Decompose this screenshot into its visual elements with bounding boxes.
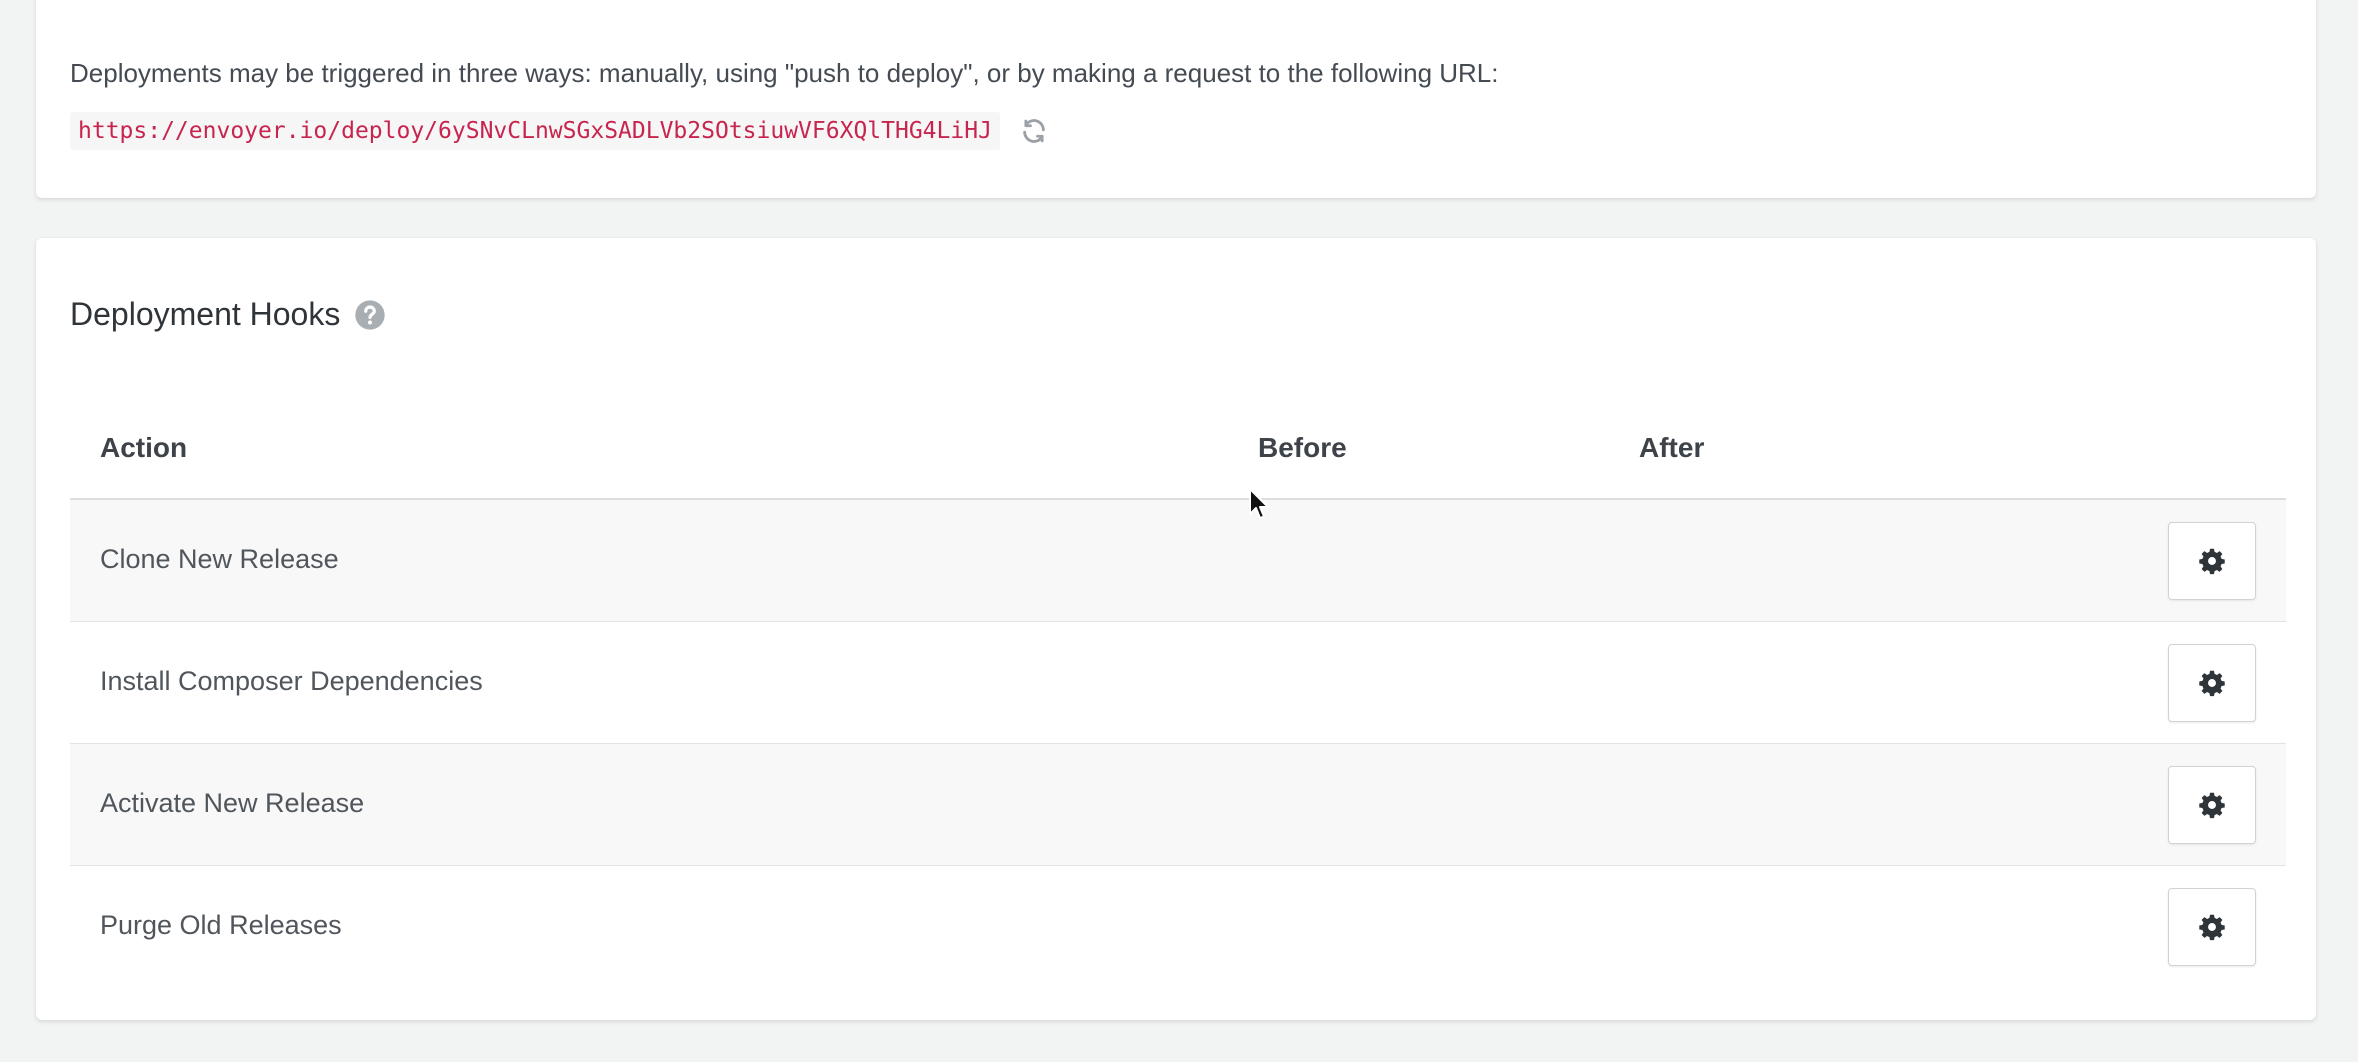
table-row: Activate New Release bbox=[70, 744, 2286, 866]
question-circle-icon[interactable] bbox=[354, 299, 386, 331]
gear-icon bbox=[2199, 548, 2225, 575]
hook-action-name: Purge Old Releases bbox=[100, 910, 342, 940]
deployment-hooks-title: Deployment Hooks bbox=[70, 296, 341, 332]
deploy-url-row: https://envoyer.io/deploy/6ySNvCLnwSGxSA… bbox=[70, 112, 1048, 150]
column-header-after: After bbox=[1639, 432, 1705, 463]
hook-settings-button[interactable] bbox=[2168, 766, 2256, 844]
deployment-hooks-header: Deployment Hooks bbox=[70, 296, 386, 333]
hook-settings-button[interactable] bbox=[2168, 522, 2256, 600]
deploy-trigger-panel: Deployments may be triggered in three wa… bbox=[36, 0, 2316, 198]
deploy-trigger-description: Deployments may be triggered in three wa… bbox=[70, 58, 1499, 88]
refresh-icon[interactable] bbox=[1020, 117, 1048, 145]
hook-action-name: Clone New Release bbox=[100, 544, 339, 574]
deploy-url[interactable]: https://envoyer.io/deploy/6ySNvCLnwSGxSA… bbox=[70, 112, 1000, 150]
gear-icon bbox=[2199, 914, 2225, 941]
hook-action-name: Activate New Release bbox=[100, 788, 365, 818]
hook-action-name: Install Composer Dependencies bbox=[100, 666, 483, 696]
table-row: Install Composer Dependencies bbox=[70, 622, 2286, 744]
hook-settings-button[interactable] bbox=[2168, 888, 2256, 966]
column-header-before: Before bbox=[1258, 432, 1347, 463]
gear-icon bbox=[2199, 792, 2225, 819]
deployment-hooks-panel: Deployment Hooks Action Before After Clo… bbox=[36, 238, 2316, 1020]
gear-icon bbox=[2199, 670, 2225, 697]
table-row: Clone New Release bbox=[70, 500, 2286, 622]
deployment-hooks-table: Action Before After Clone New Release In… bbox=[70, 406, 2286, 988]
column-header-action: Action bbox=[100, 432, 188, 463]
table-row: Purge Old Releases bbox=[70, 866, 2286, 988]
table-header: Action Before After bbox=[70, 406, 2286, 500]
hook-settings-button[interactable] bbox=[2168, 644, 2256, 722]
